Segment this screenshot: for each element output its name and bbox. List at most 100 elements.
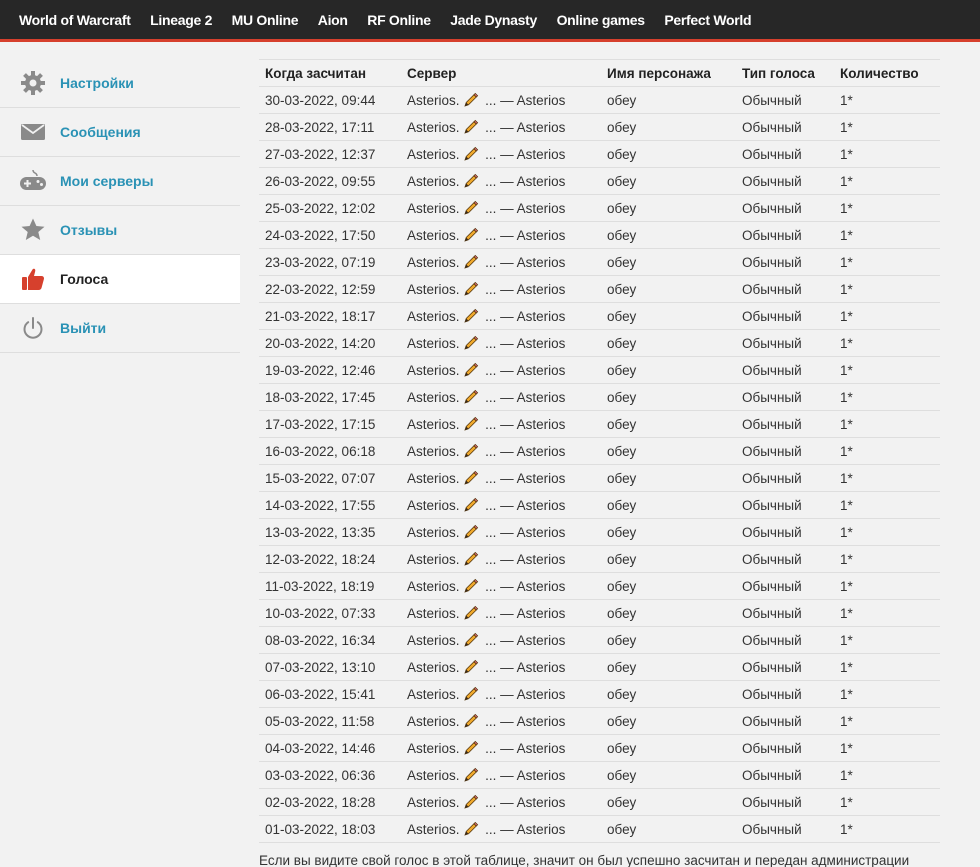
vote-type: Обычный <box>736 356 834 384</box>
vote-server[interactable]: Asterios. ... — Asterios <box>401 221 601 249</box>
vote-server[interactable]: Asterios. ... — Asterios <box>401 545 601 573</box>
vote-date: 15-03-2022, 07:07 <box>259 464 401 492</box>
vote-server[interactable]: Asterios. ... — Asterios <box>401 329 601 357</box>
server-suffix: ... — Asterios <box>485 336 566 351</box>
vote-server[interactable]: Asterios. ... — Asterios <box>401 464 601 492</box>
sidebar-item-votes[interactable]: Голоса <box>0 255 240 304</box>
vote-server[interactable]: Asterios. ... — Asterios <box>401 599 601 627</box>
table-row: 20-03-2022, 14:20 Asterios. ... — Asterio… <box>259 329 940 357</box>
nav-link-online-games[interactable]: Online games <box>557 12 646 28</box>
vote-type: Обычный <box>736 194 834 222</box>
nav-link-lineage-2[interactable]: Lineage 2 <box>150 12 212 28</box>
star-icon <box>19 216 47 244</box>
vote-character: обеу <box>601 302 736 330</box>
vote-date: 14-03-2022, 17:55 <box>259 491 401 519</box>
sidebar-item-label: Выйти <box>60 320 107 336</box>
nav-link-mu-online[interactable]: MU Online <box>232 12 299 28</box>
vote-server[interactable]: Asterios. ... — Asterios <box>401 626 601 654</box>
vote-server[interactable]: Asterios. ... — Asterios <box>401 275 601 303</box>
vote-type: Обычный <box>736 140 834 168</box>
server-prefix: Asterios. <box>407 444 460 459</box>
vote-type: Обычный <box>736 113 834 141</box>
vote-server[interactable]: Asterios. ... — Asterios <box>401 356 601 384</box>
vote-date: 23-03-2022, 07:19 <box>259 248 401 276</box>
pencil-icon <box>463 362 479 378</box>
sidebar-item-settings[interactable]: Настройки <box>0 59 240 108</box>
pencil-icon <box>463 767 479 783</box>
header-date: Когда засчитан <box>259 59 401 87</box>
vote-type: Обычный <box>736 410 834 438</box>
server-prefix: Asterios. <box>407 120 460 135</box>
table-row: 07-03-2022, 13:10 Asterios. ... — Asterio… <box>259 653 940 681</box>
vote-server[interactable]: Asterios. ... — Asterios <box>401 437 601 465</box>
vote-type: Обычный <box>736 518 834 546</box>
sidebar-item-my-servers[interactable]: Мои серверы <box>0 157 240 206</box>
server-prefix: Asterios. <box>407 822 460 837</box>
vote-server[interactable]: Asterios. ... — Asterios <box>401 86 601 114</box>
vote-server[interactable]: Asterios. ... — Asterios <box>401 815 601 843</box>
vote-date: 18-03-2022, 17:45 <box>259 383 401 411</box>
server-prefix: Asterios. <box>407 471 460 486</box>
server-prefix: Asterios. <box>407 768 460 783</box>
vote-server[interactable]: Asterios. ... — Asterios <box>401 302 601 330</box>
vote-server[interactable]: Asterios. ... — Asterios <box>401 734 601 762</box>
table-row: 04-03-2022, 14:46 Asterios. ... — Asterio… <box>259 734 940 762</box>
nav-link-jade-dynasty[interactable]: Jade Dynasty <box>450 12 537 28</box>
vote-server[interactable]: Asterios. ... — Asterios <box>401 788 601 816</box>
server-suffix: ... — Asterios <box>485 822 566 837</box>
votes-panel: Когда засчитан Сервер Имя персонажа Тип гол… <box>259 59 940 843</box>
table-row: 12-03-2022, 18:24 Asterios. ... — Asterio… <box>259 545 940 573</box>
server-prefix: Asterios. <box>407 336 460 351</box>
table-header-row: Когда засчитан Сервер Имя персонажа Тип гол… <box>259 59 940 87</box>
server-prefix: Asterios. <box>407 687 460 702</box>
vote-character: обеу <box>601 761 736 789</box>
vote-date: 10-03-2022, 07:33 <box>259 599 401 627</box>
top-navigation: World of Warcraft Lineage 2 MU Online Aion R… <box>0 0 980 42</box>
vote-server[interactable]: Asterios. ... — Asterios <box>401 653 601 681</box>
table-row: 01-03-2022, 18:03 Asterios. ... — Asterio… <box>259 815 940 843</box>
vote-character: обеу <box>601 437 736 465</box>
sidebar-item-messages[interactable]: Сообщения <box>0 108 240 157</box>
server-prefix: Asterios. <box>407 93 460 108</box>
vote-server[interactable]: Asterios. ... — Asterios <box>401 248 601 276</box>
vote-type: Обычный <box>736 167 834 195</box>
vote-count: 1* <box>834 680 940 708</box>
vote-server[interactable]: Asterios. ... — Asterios <box>401 572 601 600</box>
vote-character: обеу <box>601 140 736 168</box>
vote-server[interactable]: Asterios. ... — Asterios <box>401 410 601 438</box>
vote-date: 19-03-2022, 12:46 <box>259 356 401 384</box>
pencil-icon <box>463 308 479 324</box>
vote-date: 26-03-2022, 09:55 <box>259 167 401 195</box>
pencil-icon <box>463 740 479 756</box>
vote-server[interactable]: Asterios. ... — Asterios <box>401 491 601 519</box>
vote-date: 05-03-2022, 11:58 <box>259 707 401 735</box>
pencil-icon <box>463 578 479 594</box>
vote-date: 16-03-2022, 06:18 <box>259 437 401 465</box>
nav-link-perfect-world[interactable]: Perfect World <box>664 12 751 28</box>
power-icon <box>19 314 47 342</box>
vote-type: Обычный <box>736 491 834 519</box>
server-suffix: ... — Asterios <box>485 417 566 432</box>
vote-server[interactable]: Asterios. ... — Asterios <box>401 761 601 789</box>
nav-link-world-of-warcraft[interactable]: World of Warcraft <box>19 12 131 28</box>
vote-character: обеу <box>601 167 736 195</box>
vote-type: Обычный <box>736 734 834 762</box>
vote-server[interactable]: Asterios. ... — Asterios <box>401 167 601 195</box>
vote-server[interactable]: Asterios. ... — Asterios <box>401 680 601 708</box>
sidebar-item-logout[interactable]: Выйти <box>0 304 240 353</box>
vote-server[interactable]: Asterios. ... — Asterios <box>401 140 601 168</box>
vote-count: 1* <box>834 302 940 330</box>
vote-server[interactable]: Asterios. ... — Asterios <box>401 383 601 411</box>
nav-link-rf-online[interactable]: RF Online <box>367 12 431 28</box>
sidebar: Настройки Сообщения Мои серверы Отзывы Голос… <box>0 59 240 353</box>
vote-server[interactable]: Asterios. ... — Asterios <box>401 194 601 222</box>
vote-server[interactable]: Asterios. ... — Asterios <box>401 707 601 735</box>
server-suffix: ... — Asterios <box>485 795 566 810</box>
sidebar-item-reviews[interactable]: Отзывы <box>0 206 240 255</box>
vote-type: Обычный <box>736 248 834 276</box>
nav-link-aion[interactable]: Aion <box>318 12 348 28</box>
server-prefix: Asterios. <box>407 282 460 297</box>
vote-server[interactable]: Asterios. ... — Asterios <box>401 113 601 141</box>
vote-server[interactable]: Asterios. ... — Asterios <box>401 518 601 546</box>
envelope-icon <box>19 118 47 146</box>
